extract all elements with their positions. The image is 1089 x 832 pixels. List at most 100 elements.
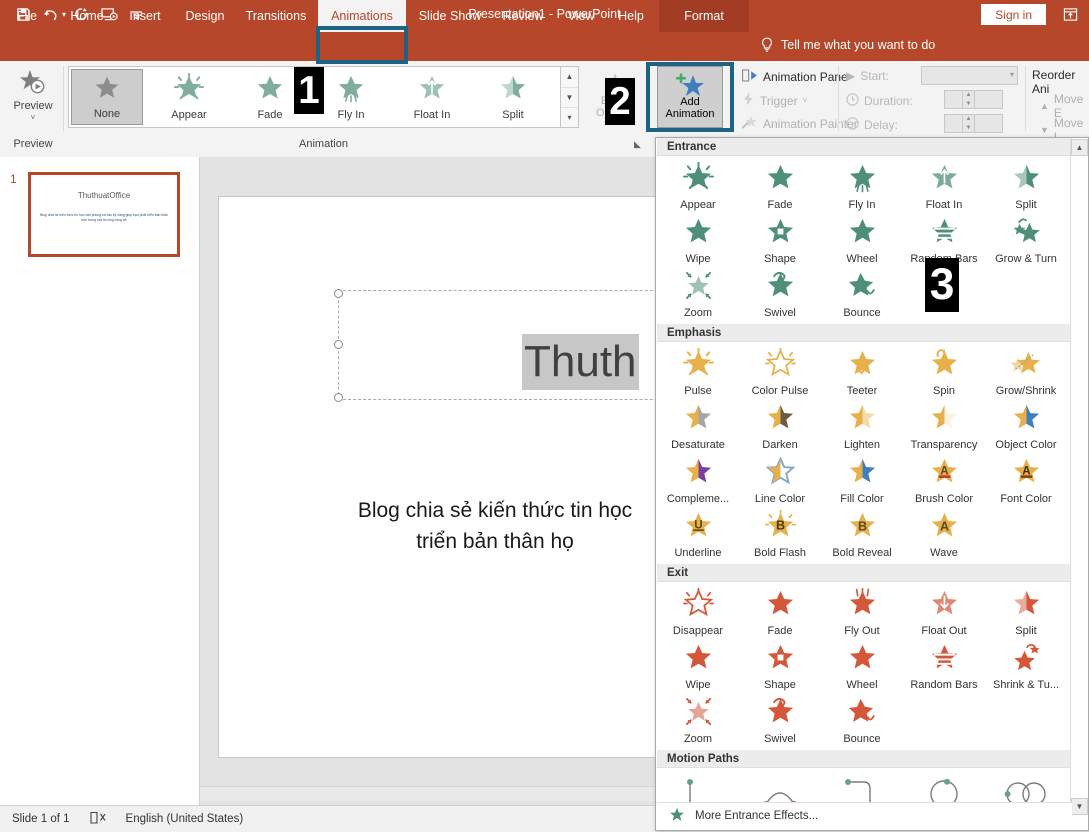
dropdown-item-transparency[interactable]: Transparency <box>903 399 985 453</box>
more-entrance-effects-item[interactable]: More Entrance Effects... <box>657 802 1072 829</box>
dropdown-item-wipe[interactable]: Wipe <box>657 213 739 267</box>
dropdown-item-wipe[interactable]: Wipe <box>657 639 739 693</box>
dropdown-item-grow-turn[interactable]: Grow & Turn <box>985 213 1067 267</box>
delay-up-icon[interactable]: ▲ <box>963 115 974 124</box>
dropdown-item-split[interactable]: Split <box>985 585 1067 639</box>
dropdown-item-fly-in[interactable]: Fly In <box>821 159 903 213</box>
dropdown-item-appear[interactable]: Appear <box>657 159 739 213</box>
resize-handle-top-left[interactable] <box>334 289 343 298</box>
tab-design[interactable]: Design <box>178 0 232 32</box>
dropdown-item-fade[interactable]: Fade <box>739 585 821 639</box>
add-animation-dropdown[interactable]: Entrance Appear Fade Fly In Float In Split Wip… <box>655 137 1089 831</box>
dropdown-scroll-up-icon[interactable]: ▲ <box>1071 139 1088 156</box>
star-desaturate-icon <box>683 402 714 438</box>
animation-gallery-item-float-in[interactable]: Float In <box>396 69 468 125</box>
dropdown-item-lighten[interactable]: Lighten <box>821 399 903 453</box>
dropdown-item-bold-flash[interactable]: B Bold Flash <box>739 507 821 561</box>
dropdown-item-zoom[interactable]: Zoom <box>657 693 739 747</box>
dropdown-item-bounce[interactable]: Bounce <box>821 693 903 747</box>
dropdown-item-fill-color[interactable]: Fill Color <box>821 453 903 507</box>
dropdown-item-swivel[interactable]: Swivel <box>739 693 821 747</box>
animation-gallery-item-appear[interactable]: Appear <box>153 69 225 125</box>
tab-review[interactable]: Review <box>496 0 550 32</box>
dropdown-item-darken[interactable]: Darken <box>739 399 821 453</box>
dropdown-item-disappear[interactable]: Disappear <box>657 585 739 639</box>
dropdown-scrollbar[interactable]: ▲ ▼ <box>1070 139 1088 815</box>
dropdown-item-font-color[interactable]: A Font Color <box>985 453 1067 507</box>
resize-handle-bottom-left[interactable] <box>334 393 343 402</box>
duration-up-icon[interactable]: ▲ <box>963 91 974 100</box>
star-none-icon <box>92 74 122 107</box>
spell-check-icon[interactable] <box>89 811 108 828</box>
dropdown-item-color-pulse[interactable]: Color Pulse <box>739 345 821 399</box>
dropdown-item-wave[interactable]: A Wave <box>903 507 985 561</box>
delay-stepper[interactable]: ▲ ▼ <box>962 114 975 133</box>
slide-thumbnail-1[interactable]: ThuthuatOffice Blog chia sẻ kiến thức ti… <box>28 172 180 257</box>
dropdown-item-label: Line Color <box>754 492 806 505</box>
tab-format[interactable]: Format <box>659 0 749 32</box>
duration-down-icon[interactable]: ▼ <box>963 100 974 109</box>
ribbon-display-options-icon[interactable] <box>1057 3 1083 26</box>
tab-help[interactable]: Help <box>610 0 652 32</box>
tab-file[interactable]: File <box>8 0 46 32</box>
animation-gallery-item-none[interactable]: None <box>71 69 143 125</box>
star-wheel-exit-icon <box>847 642 878 678</box>
tab-insert[interactable]: Insert <box>120 0 170 32</box>
delay-down-icon[interactable]: ▼ <box>963 124 974 133</box>
dropdown-item-line-color[interactable]: Line Color <box>739 453 821 507</box>
tab-home[interactable]: Home <box>62 0 112 32</box>
animation-gallery-item-fly-in[interactable]: Fly In <box>315 69 387 125</box>
dropdown-item-underline[interactable]: U Underline <box>657 507 739 561</box>
animation-gallery-item-split[interactable]: Split <box>477 69 549 125</box>
dropdown-item-float-in[interactable]: Float In <box>903 159 985 213</box>
dropdown-item-swivel[interactable]: Swivel <box>739 267 821 321</box>
sign-in-button[interactable]: Sign in <box>981 4 1046 25</box>
gallery-scroll-buttons[interactable]: ▲ ▼ ▾ <box>561 66 579 128</box>
gallery-scroll-down-icon[interactable]: ▼ <box>561 88 578 109</box>
start-select[interactable]: ▾ <box>921 66 1018 85</box>
dropdown-item-bounce[interactable]: Bounce <box>821 267 903 321</box>
dropdown-item-desaturate[interactable]: Desaturate <box>657 399 739 453</box>
dropdown-item-teeter[interactable]: Teeter <box>821 345 903 399</box>
dropdown-scroll-track[interactable] <box>1071 156 1088 798</box>
trigger-caret-icon[interactable]: ˅ <box>803 96 808 105</box>
animation-pane-button[interactable]: Animation Pane <box>742 69 848 85</box>
duration-stepper[interactable]: ▲ ▼ <box>962 90 975 109</box>
preview-chevron-icon[interactable]: ˅ <box>31 113 36 122</box>
dropdown-item-fade[interactable]: Fade <box>739 159 821 213</box>
tell-me-search[interactable]: Tell me what you want to do <box>760 29 935 61</box>
dropdown-item-wheel[interactable]: Wheel <box>821 213 903 267</box>
animation-painter-button[interactable]: Animation Painter <box>742 115 858 132</box>
tab-view[interactable]: View <box>558 0 604 32</box>
dropdown-item-shape[interactable]: Shape <box>739 639 821 693</box>
animation-pane-icon <box>742 69 758 85</box>
dropdown-item-fly-out[interactable]: Fly Out <box>821 585 903 639</box>
dropdown-item-object-color[interactable]: Object Color <box>985 399 1067 453</box>
preview-button[interactable]: Preview ˅ <box>6 64 60 130</box>
dropdown-item-spin[interactable]: Spin <box>903 345 985 399</box>
dropdown-item-float-out[interactable]: Float Out <box>903 585 985 639</box>
dropdown-item-shrink-tu[interactable]: Shrink & Tu... <box>985 639 1067 693</box>
dropdown-item-label: Bounce <box>843 732 881 745</box>
dropdown-item-shape[interactable]: Shape <box>739 213 821 267</box>
dropdown-item-split[interactable]: Split <box>985 159 1067 213</box>
dropdown-item-wheel[interactable]: Wheel <box>821 639 903 693</box>
dropdown-item-bold-reveal[interactable]: B Bold Reveal <box>821 507 903 561</box>
dropdown-item-compleme[interactable]: Compleme... <box>657 453 739 507</box>
gallery-scroll-up-icon[interactable]: ▲ <box>561 67 578 88</box>
dropdown-item-grow-shrink[interactable]: Grow/Shrink <box>985 345 1067 399</box>
trigger-button[interactable]: Trigger ˅ <box>742 92 807 109</box>
start-dropdown-icon[interactable]: ▾ <box>1010 70 1014 79</box>
tab-slide-show[interactable]: Slide Show <box>412 0 488 32</box>
resize-handle-middle-left[interactable] <box>334 340 343 349</box>
dropdown-item-brush-color[interactable]: A Brush Color <box>903 453 985 507</box>
dropdown-scroll-down-icon[interactable]: ▼ <box>1071 798 1088 815</box>
dropdown-item-random-bars[interactable]: Random Bars <box>903 639 985 693</box>
animation-dialog-launcher[interactable]: ◣ <box>634 139 641 150</box>
slide-title-text[interactable]: Thuth <box>522 334 639 390</box>
gallery-more-icon[interactable]: ▾ <box>561 108 578 128</box>
dropdown-item-zoom[interactable]: Zoom <box>657 267 739 321</box>
tab-transitions[interactable]: Transitions <box>238 0 314 32</box>
dropdown-item-pulse[interactable]: Pulse <box>657 345 739 399</box>
dropdown-item-label: Wipe <box>685 252 711 265</box>
